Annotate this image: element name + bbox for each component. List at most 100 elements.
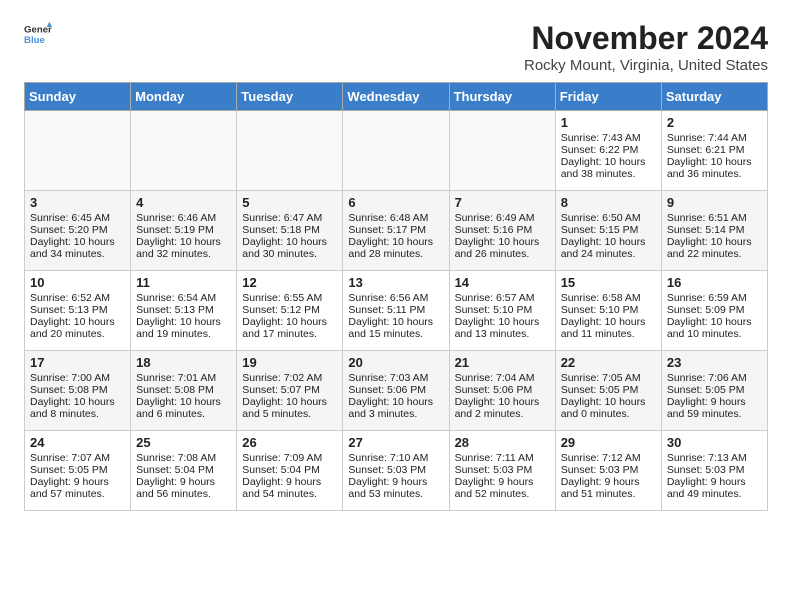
cell-info-line: Sunrise: 7:04 AM [455, 372, 550, 384]
day-number: 18 [136, 355, 231, 370]
title-block: November 2024 Rocky Mount, Virginia, Uni… [524, 20, 768, 74]
logo-icon: General Blue [24, 20, 52, 48]
calendar-header-row: SundayMondayTuesdayWednesdayThursdayFrid… [25, 83, 768, 111]
cell-info-line: Sunset: 5:12 PM [242, 304, 337, 316]
calendar-cell: 12Sunrise: 6:55 AMSunset: 5:12 PMDayligh… [237, 271, 343, 351]
day-number: 17 [30, 355, 125, 370]
calendar-cell: 8Sunrise: 6:50 AMSunset: 5:15 PMDaylight… [555, 191, 661, 271]
day-number: 25 [136, 435, 231, 450]
cell-info-line: Sunrise: 6:57 AM [455, 292, 550, 304]
cell-info-line: Sunset: 5:11 PM [348, 304, 443, 316]
cell-info-line: Sunrise: 6:51 AM [667, 212, 762, 224]
cell-info-line: Daylight: 10 hours and 0 minutes. [561, 396, 656, 420]
cell-info-line: Daylight: 9 hours and 57 minutes. [30, 476, 125, 500]
day-number: 2 [667, 115, 762, 130]
cell-info-line: Sunset: 5:06 PM [455, 384, 550, 396]
cell-info-line: Sunrise: 6:59 AM [667, 292, 762, 304]
calendar-cell [343, 111, 449, 191]
day-number: 10 [30, 275, 125, 290]
day-header-tuesday: Tuesday [237, 83, 343, 111]
cell-info-line: Sunset: 5:03 PM [561, 464, 656, 476]
cell-info-line: Sunrise: 6:45 AM [30, 212, 125, 224]
cell-info-line: Sunrise: 6:54 AM [136, 292, 231, 304]
cell-info-line: Daylight: 10 hours and 36 minutes. [667, 156, 762, 180]
cell-info-line: Daylight: 10 hours and 24 minutes. [561, 236, 656, 260]
day-number: 20 [348, 355, 443, 370]
cell-info-line: Daylight: 10 hours and 15 minutes. [348, 316, 443, 340]
cell-info-line: Sunset: 5:05 PM [561, 384, 656, 396]
cell-info-line: Sunset: 5:07 PM [242, 384, 337, 396]
cell-info-line: Daylight: 9 hours and 52 minutes. [455, 476, 550, 500]
cell-info-line: Sunset: 5:19 PM [136, 224, 231, 236]
calendar-cell: 18Sunrise: 7:01 AMSunset: 5:08 PMDayligh… [131, 351, 237, 431]
cell-info-line: Sunrise: 6:56 AM [348, 292, 443, 304]
day-number: 29 [561, 435, 656, 450]
calendar-cell: 10Sunrise: 6:52 AMSunset: 5:13 PMDayligh… [25, 271, 131, 351]
calendar-table: SundayMondayTuesdayWednesdayThursdayFrid… [24, 82, 768, 511]
cell-info-line: Daylight: 10 hours and 34 minutes. [30, 236, 125, 260]
calendar-cell: 27Sunrise: 7:10 AMSunset: 5:03 PMDayligh… [343, 431, 449, 511]
day-number: 6 [348, 195, 443, 210]
calendar-cell: 9Sunrise: 6:51 AMSunset: 5:14 PMDaylight… [661, 191, 767, 271]
calendar-cell [131, 111, 237, 191]
cell-info-line: Sunset: 5:18 PM [242, 224, 337, 236]
calendar-cell [449, 111, 555, 191]
calendar-cell: 14Sunrise: 6:57 AMSunset: 5:10 PMDayligh… [449, 271, 555, 351]
day-number: 13 [348, 275, 443, 290]
calendar-cell [25, 111, 131, 191]
day-number: 21 [455, 355, 550, 370]
cell-info-line: Daylight: 10 hours and 13 minutes. [455, 316, 550, 340]
cell-info-line: Sunrise: 6:50 AM [561, 212, 656, 224]
cell-info-line: Daylight: 10 hours and 17 minutes. [242, 316, 337, 340]
cell-info-line: Sunset: 5:09 PM [667, 304, 762, 316]
cell-info-line: Sunrise: 7:09 AM [242, 452, 337, 464]
calendar-cell: 23Sunrise: 7:06 AMSunset: 5:05 PMDayligh… [661, 351, 767, 431]
cell-info-line: Sunrise: 6:46 AM [136, 212, 231, 224]
cell-info-line: Daylight: 10 hours and 5 minutes. [242, 396, 337, 420]
day-header-wednesday: Wednesday [343, 83, 449, 111]
cell-info-line: Sunset: 5:16 PM [455, 224, 550, 236]
cell-info-line: Daylight: 10 hours and 19 minutes. [136, 316, 231, 340]
calendar-cell: 3Sunrise: 6:45 AMSunset: 5:20 PMDaylight… [25, 191, 131, 271]
day-header-sunday: Sunday [25, 83, 131, 111]
cell-info-line: Sunset: 5:17 PM [348, 224, 443, 236]
cell-info-line: Daylight: 9 hours and 51 minutes. [561, 476, 656, 500]
cell-info-line: Sunset: 5:06 PM [348, 384, 443, 396]
cell-info-line: Daylight: 10 hours and 20 minutes. [30, 316, 125, 340]
cell-info-line: Sunrise: 7:08 AM [136, 452, 231, 464]
day-number: 9 [667, 195, 762, 210]
calendar-cell: 30Sunrise: 7:13 AMSunset: 5:03 PMDayligh… [661, 431, 767, 511]
day-number: 3 [30, 195, 125, 210]
day-header-friday: Friday [555, 83, 661, 111]
cell-info-line: Sunrise: 6:55 AM [242, 292, 337, 304]
cell-info-line: Sunset: 5:10 PM [561, 304, 656, 316]
cell-info-line: Sunset: 5:04 PM [136, 464, 231, 476]
cell-info-line: Sunrise: 6:48 AM [348, 212, 443, 224]
cell-info-line: Sunrise: 6:47 AM [242, 212, 337, 224]
cell-info-line: Daylight: 10 hours and 3 minutes. [348, 396, 443, 420]
day-number: 22 [561, 355, 656, 370]
calendar-week-row: 17Sunrise: 7:00 AMSunset: 5:08 PMDayligh… [25, 351, 768, 431]
cell-info-line: Daylight: 10 hours and 11 minutes. [561, 316, 656, 340]
calendar-cell: 7Sunrise: 6:49 AMSunset: 5:16 PMDaylight… [449, 191, 555, 271]
calendar-cell: 6Sunrise: 6:48 AMSunset: 5:17 PMDaylight… [343, 191, 449, 271]
calendar-week-row: 24Sunrise: 7:07 AMSunset: 5:05 PMDayligh… [25, 431, 768, 511]
calendar-week-row: 3Sunrise: 6:45 AMSunset: 5:20 PMDaylight… [25, 191, 768, 271]
cell-info-line: Sunrise: 6:49 AM [455, 212, 550, 224]
cell-info-line: Sunrise: 7:06 AM [667, 372, 762, 384]
cell-info-line: Sunset: 5:10 PM [455, 304, 550, 316]
calendar-cell: 16Sunrise: 6:59 AMSunset: 5:09 PMDayligh… [661, 271, 767, 351]
day-number: 28 [455, 435, 550, 450]
day-number: 5 [242, 195, 337, 210]
day-number: 11 [136, 275, 231, 290]
svg-text:Blue: Blue [24, 35, 45, 46]
calendar-cell: 29Sunrise: 7:12 AMSunset: 5:03 PMDayligh… [555, 431, 661, 511]
calendar-cell: 15Sunrise: 6:58 AMSunset: 5:10 PMDayligh… [555, 271, 661, 351]
cell-info-line: Sunset: 5:03 PM [667, 464, 762, 476]
cell-info-line: Sunrise: 6:58 AM [561, 292, 656, 304]
calendar-week-row: 10Sunrise: 6:52 AMSunset: 5:13 PMDayligh… [25, 271, 768, 351]
calendar-cell: 2Sunrise: 7:44 AMSunset: 6:21 PMDaylight… [661, 111, 767, 191]
cell-info-line: Sunrise: 6:52 AM [30, 292, 125, 304]
calendar-cell: 21Sunrise: 7:04 AMSunset: 5:06 PMDayligh… [449, 351, 555, 431]
day-number: 26 [242, 435, 337, 450]
